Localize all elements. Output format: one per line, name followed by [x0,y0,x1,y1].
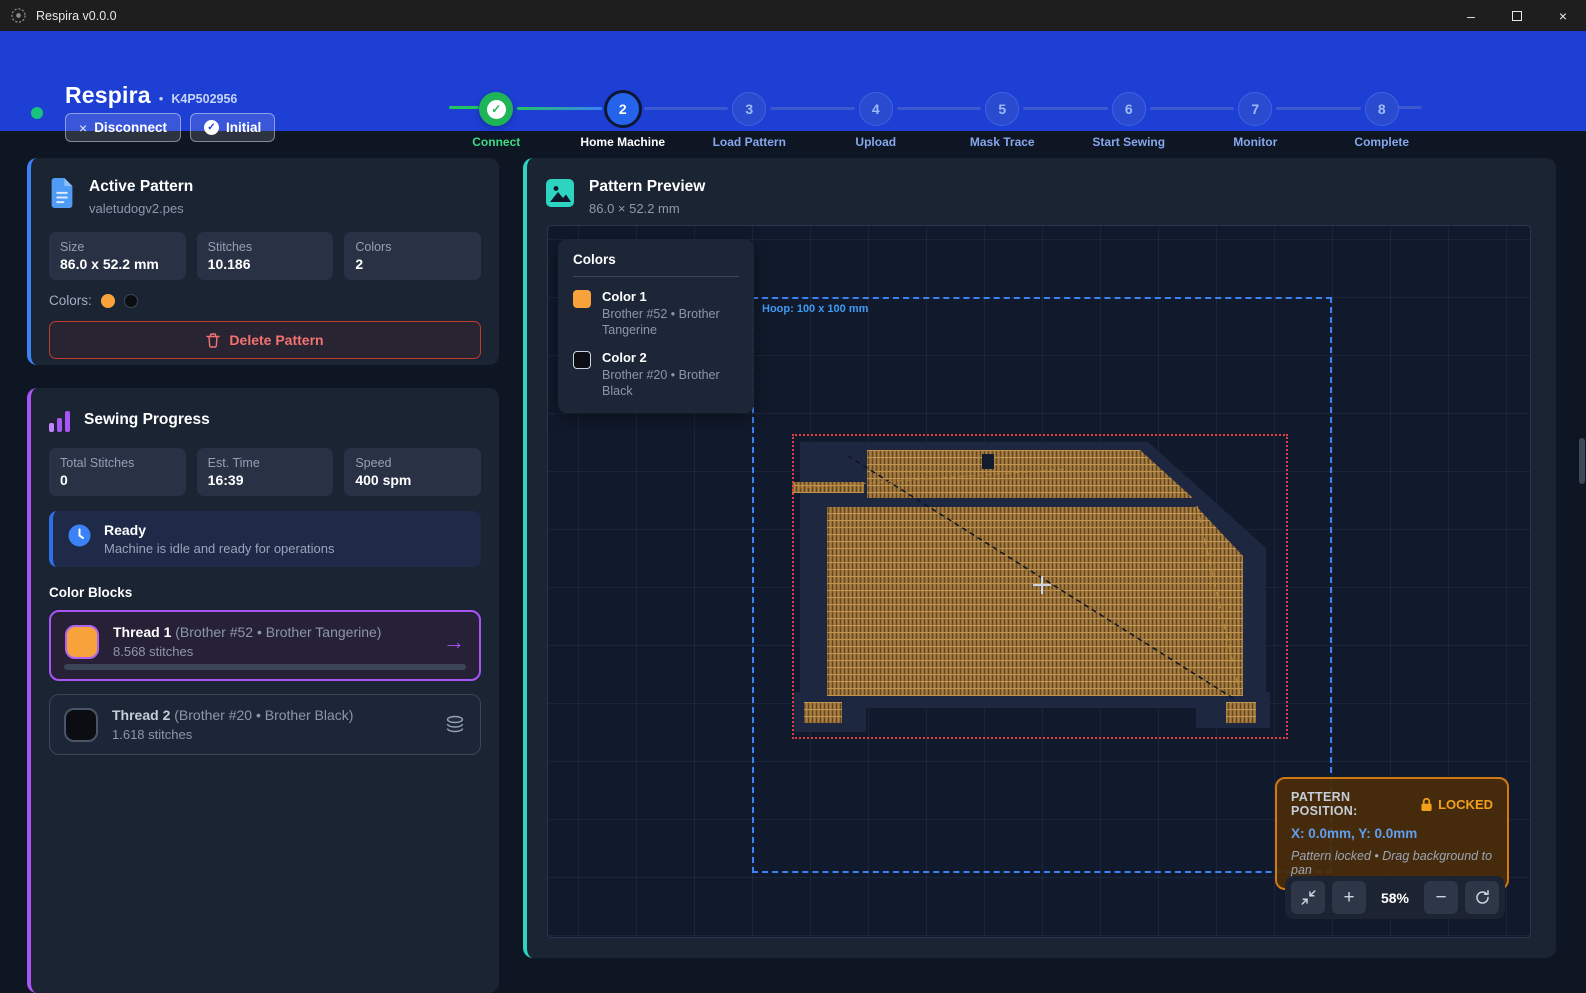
active-pattern-card: Active Pattern valetudogv2.pes Size 86.0… [27,158,499,365]
step-connect[interactable]: ✓ Connect [433,92,560,149]
app-window: Respira v0.0.0 – × Respira • K4P502956 ×… [0,0,1586,993]
thread-1-progress-bar [64,664,466,670]
zoom-in-button[interactable]: + [1332,881,1366,914]
layers-stack-icon [444,715,466,735]
pattern-bounds [792,434,1288,739]
stat-stitches: Stitches 10.186 [197,232,334,280]
zoom-out-button[interactable]: − [1424,881,1458,914]
delete-pattern-button[interactable]: Delete Pattern [49,321,481,359]
active-pattern-title: Active Pattern [89,178,193,196]
pattern-filename: valetudogv2.pes [89,201,193,216]
legend-title: Colors [573,252,739,277]
position-hint: Pattern locked • Drag background to pan [1291,849,1493,877]
step-mask-trace[interactable]: 5 Mask Trace [939,92,1066,149]
x-icon: × [79,120,87,136]
step-complete[interactable]: 8 Complete [1319,92,1446,149]
titlebar: Respira v0.0.0 – × [0,0,1586,31]
legend-item-color1: Color 1 Brother #52 • Brother Tangerine [573,289,739,338]
window-title: Respira v0.0.0 [36,9,117,23]
workflow-stepper: ✓ Connect 2 Home Machine 3 Load Pattern … [433,92,1445,149]
legend-swatch-black [573,351,591,369]
arrow-right-icon: → [443,631,465,653]
window-scrollbar[interactable] [1579,438,1585,484]
minus-icon: − [1435,887,1446,909]
connection-status-dot [31,107,43,119]
status-title: Ready [104,522,335,538]
brand-title: Respira [65,82,151,109]
pattern-preview-title: Pattern Preview [589,178,705,196]
bar-chart-icon [49,410,70,432]
step-home-machine[interactable]: 2 Home Machine [560,92,687,149]
fit-to-screen-button[interactable] [1291,881,1325,914]
app-icon [10,7,27,24]
colors-label: Colors: [49,293,92,308]
position-title: PATTERN POSITION: [1291,790,1420,818]
thread-block-2[interactable]: Thread 2 (Brother #20 • Brother Black) 1… [49,694,481,755]
colors-legend: Colors Color 1 Brother #52 • Brother Tan… [558,239,754,413]
clock-icon [68,524,91,547]
fit-icon [1300,889,1317,906]
step-start-sewing[interactable]: 6 Start Sewing [1066,92,1193,149]
status-description: Machine is idle and ready for operations [104,541,335,556]
maximize-button[interactable] [1494,0,1540,31]
minimize-button[interactable]: – [1448,0,1494,31]
position-coordinates: X: 0.0mm, Y: 0.0mm [1291,826,1493,841]
zoom-level: 58% [1373,890,1417,906]
step-done-icon: ✓ [479,92,513,126]
locked-badge: LOCKED [1438,797,1493,812]
plus-icon: + [1343,887,1354,909]
disconnect-button[interactable]: × Disconnect [65,113,181,142]
serial-number: K4P502956 [171,92,237,106]
step-load-pattern[interactable]: 3 Load Pattern [686,92,813,149]
pattern-position-overlay: PATTERN POSITION: LOCKED X: 0.0mm, Y: 0.… [1275,777,1509,890]
legend-item-color2: Color 2 Brother #20 • Brother Black [573,350,739,399]
refresh-icon [1474,889,1491,906]
file-icon [49,178,75,208]
machine-status-box: Ready Machine is idle and ready for oper… [49,511,481,567]
pattern-preview-card: Pattern Preview 86.0 × 52.2 mm [523,158,1556,958]
close-button[interactable]: × [1540,0,1586,31]
thread-block-1[interactable]: Thread 1 (Brother #52 • Brother Tangerin… [49,610,481,681]
lock-icon [1420,797,1433,812]
stat-total-stitches: Total Stitches 0 [49,448,186,496]
sewing-progress-title: Sewing Progress [84,411,210,432]
maximize-icon [1512,11,1522,21]
color-dot-tangerine [101,294,115,308]
hoop-label: Hoop: 100 x 100 mm [762,303,868,315]
stat-speed: Speed 400 spm [344,448,481,496]
serial-bullet: • [159,91,164,106]
color-dot-black [124,294,138,308]
stat-size: Size 86.0 x 52.2 mm [49,232,186,280]
pattern-dimensions: 86.0 × 52.2 mm [589,201,705,216]
preview-canvas[interactable]: Hoop: 100 x 100 mm Colors Color 1 Brothe… [547,225,1531,938]
check-circle-icon: ✓ [204,120,219,135]
zoom-toolbar: + 58% − [1285,876,1505,919]
step-monitor[interactable]: 7 Monitor [1192,92,1319,149]
sewing-progress-card: Sewing Progress Total Stitches 0 Est. Ti… [27,388,499,993]
thread-2-swatch [64,708,98,742]
reset-view-button[interactable] [1465,881,1499,914]
color-blocks-label: Color Blocks [49,585,481,600]
legend-swatch-tangerine [573,290,591,308]
stat-colors: Colors 2 [344,232,481,280]
step-upload[interactable]: 4 Upload [813,92,940,149]
image-icon [545,178,575,208]
stat-est-time: Est. Time 16:39 [197,448,334,496]
trash-icon [206,333,220,348]
thread-1-swatch [65,625,99,659]
header: Respira • K4P502956 × Disconnect ✓ Initi… [0,31,1586,131]
initial-state-badge[interactable]: ✓ Initial [190,113,275,142]
